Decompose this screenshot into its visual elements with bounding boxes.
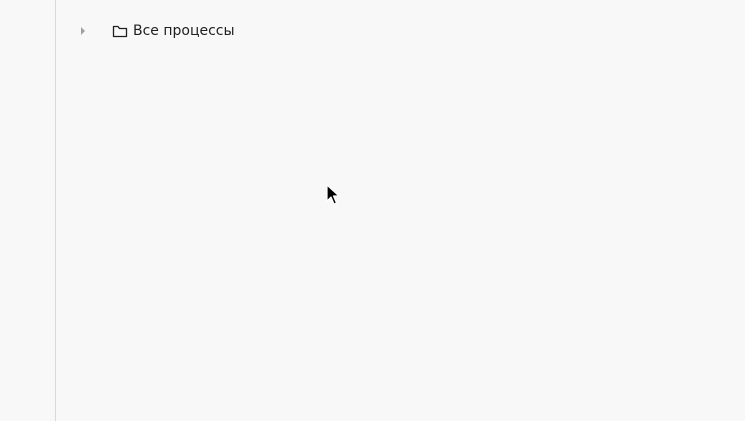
mouse-pointer-icon bbox=[326, 184, 340, 206]
folder-icon bbox=[112, 23, 128, 39]
app-window: Все процессы bbox=[0, 0, 745, 421]
left-rail bbox=[0, 0, 56, 421]
tree-node-label: Все процессы bbox=[133, 23, 235, 39]
caret-right-icon[interactable] bbox=[79, 20, 87, 42]
process-tree: Все процессы bbox=[57, 0, 745, 421]
tree-node-all-processes[interactable]: Все процессы bbox=[79, 20, 235, 42]
